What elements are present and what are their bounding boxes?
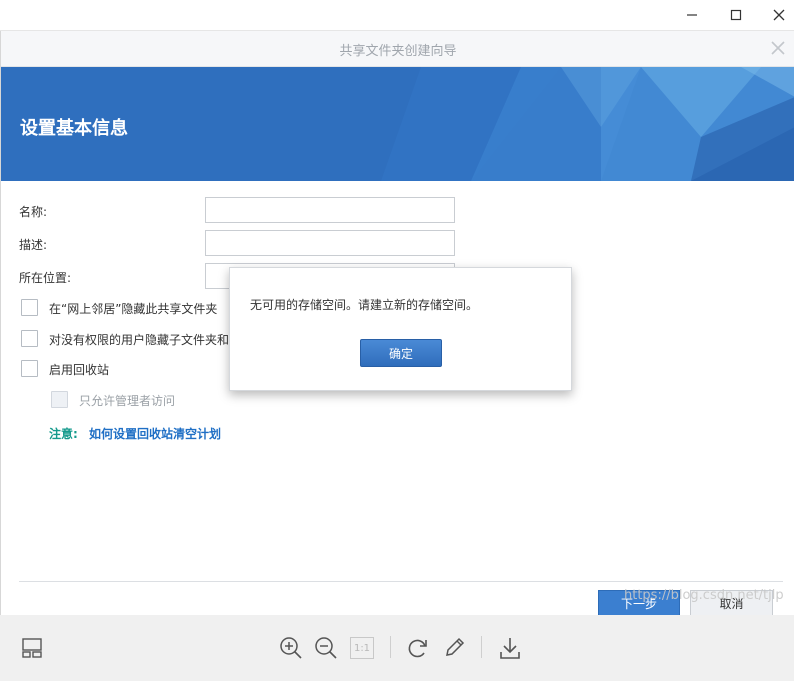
- zoom-in-button[interactable]: [278, 635, 304, 661]
- maximize-button[interactable]: [714, 0, 758, 30]
- actual-size-button: 1:1: [350, 637, 374, 659]
- footer-divider: [19, 581, 783, 582]
- watermark: https://blog.csdn.net/tjlp: [624, 588, 784, 603]
- dialog-message: 无可用的存储空间。请建立新的存储空间。: [250, 298, 479, 312]
- note-label: 注意:: [49, 427, 78, 441]
- name-input[interactable]: [205, 197, 455, 223]
- wizard-title: 共享文件夹创建向导: [339, 44, 457, 59]
- edit-button[interactable]: [441, 635, 467, 661]
- toolbar-separator: [390, 636, 391, 658]
- toolbar-separator: [481, 636, 482, 658]
- download-icon: [500, 638, 520, 659]
- recycle-schedule-link[interactable]: 如何设置回收站清空计划: [89, 425, 221, 442]
- hide-subfolders-label: 对没有权限的用户隐藏子文件夹和: [49, 333, 230, 347]
- recycle-bin-checkbox[interactable]: [21, 360, 38, 377]
- admin-only-label: 只允许管理者访问: [79, 394, 176, 408]
- description-input[interactable]: [205, 230, 455, 256]
- layout-icon: [22, 638, 42, 658]
- close-icon: [773, 9, 785, 21]
- wizard-header: 共享文件夹创建向导: [1, 31, 794, 67]
- wizard-banner: 设置基本信息: [1, 67, 794, 181]
- rotate-button[interactable]: [405, 635, 431, 661]
- close-button[interactable]: [757, 0, 794, 30]
- hide-in-network-checkbox[interactable]: [21, 299, 38, 316]
- layout-button[interactable]: [20, 636, 44, 660]
- rotate-icon: [408, 639, 427, 658]
- banner-title: 设置基本信息: [20, 118, 128, 139]
- viewer-toolbar: 1:1: [0, 615, 794, 681]
- recycle-bin-label: 启用回收站: [49, 363, 110, 377]
- actual-size-icon: 1:1: [353, 642, 371, 654]
- download-button[interactable]: [497, 635, 523, 661]
- description-label: 描述:: [19, 238, 48, 252]
- admin-only-checkbox: [51, 391, 68, 408]
- ok-button[interactable]: 确定: [360, 339, 442, 367]
- minimize-button[interactable]: [670, 0, 714, 30]
- zoom-out-button[interactable]: [313, 635, 339, 661]
- zoom-out-icon: [315, 637, 337, 659]
- hide-subfolders-checkbox[interactable]: [21, 330, 38, 347]
- no-storage-dialog: 无可用的存储空间。请建立新的存储空间。 确定: [229, 267, 572, 391]
- edit-icon: [446, 637, 465, 656]
- maximize-icon: [730, 9, 742, 21]
- zoom-in-icon: [280, 637, 302, 659]
- window-titlebar: [0, 0, 794, 31]
- minimize-icon: [687, 14, 697, 16]
- name-label: 名称:: [19, 205, 48, 219]
- location-label: 所在位置:: [19, 271, 72, 285]
- hide-in-network-label: 在“网上邻居”隐藏此共享文件夹: [49, 302, 218, 316]
- wizard-close-icon[interactable]: [769, 39, 787, 57]
